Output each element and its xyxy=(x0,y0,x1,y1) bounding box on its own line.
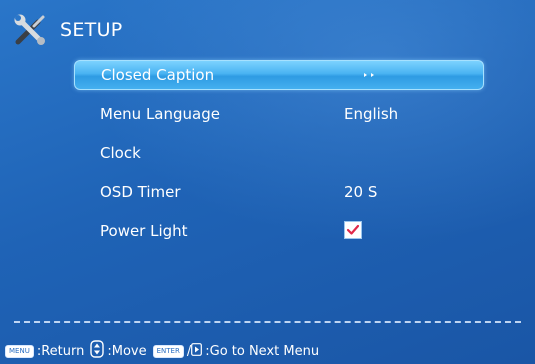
menu-item-label: OSD Timer xyxy=(100,183,181,201)
menu-item-label: Clock xyxy=(100,144,141,162)
menu-item-label: Power Light xyxy=(100,222,188,240)
menu-item-label: Menu Language xyxy=(100,105,220,123)
setup-header: SETUP xyxy=(12,12,123,48)
menu-item-label: Closed Caption xyxy=(101,66,215,84)
enter-key-icon: ENTER xyxy=(152,344,184,358)
move-hint: :Move xyxy=(107,343,147,359)
footer-hints: MENU :Return :Move ENTER / :Go to Next M… xyxy=(5,340,325,362)
check-mark-icon xyxy=(346,224,360,235)
menu-item-clock[interactable]: Clock xyxy=(74,138,484,168)
menu-item-value: English xyxy=(344,105,399,123)
right-key-icon xyxy=(191,342,203,360)
submenu-arrows-icon xyxy=(364,73,374,77)
setup-menu: Closed Caption Menu Language English Clo… xyxy=(74,60,484,255)
return-hint: :Return xyxy=(36,343,85,359)
menu-item-closed-caption[interactable]: Closed Caption xyxy=(74,60,484,90)
power-light-checkbox[interactable] xyxy=(344,221,362,239)
next-menu-hint: :Go to Next Menu xyxy=(205,343,320,359)
menu-key-icon: MENU xyxy=(5,344,34,358)
menu-item-menu-language[interactable]: Menu Language English xyxy=(74,99,484,129)
up-down-key-icon xyxy=(90,340,105,362)
menu-item-value: 20 S xyxy=(344,183,378,201)
menu-item-power-light[interactable]: Power Light xyxy=(74,216,484,246)
footer-divider xyxy=(14,321,521,323)
menu-item-osd-timer[interactable]: OSD Timer 20 S xyxy=(74,177,484,207)
page-title: SETUP xyxy=(60,19,123,41)
tools-icon xyxy=(12,12,48,48)
